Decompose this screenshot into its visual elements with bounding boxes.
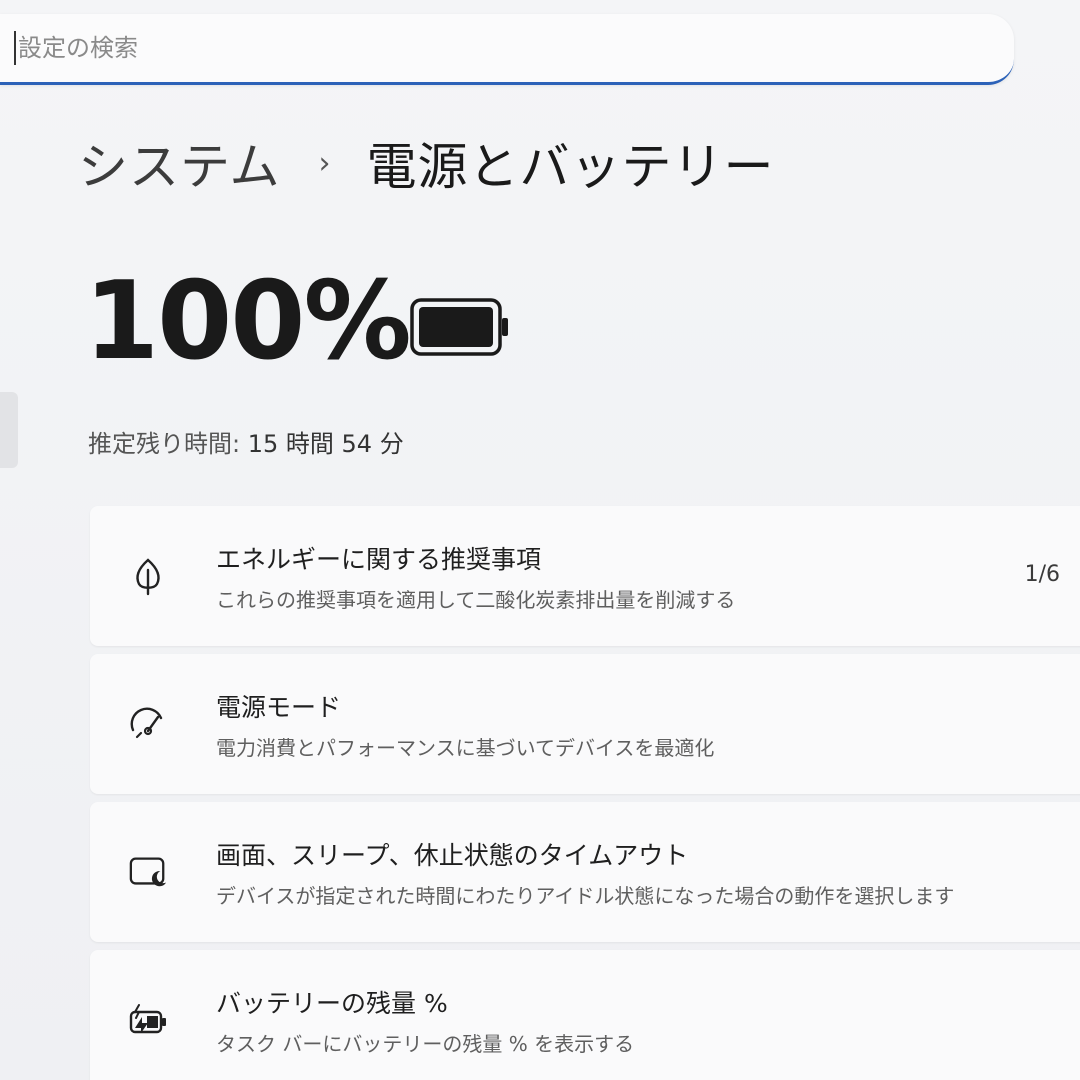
settings-cards: エネルギーに関する推奨事項 これらの推奨事項を適用して二酸化炭素排出量を削減する…	[90, 506, 1080, 1080]
battery-charging-icon	[128, 1000, 168, 1040]
card-subtitle: 電力消費とパフォーマンスに基づいてデバイスを最適化	[216, 735, 715, 760]
breadcrumb-separator-icon: ›	[318, 145, 331, 181]
search-input[interactable]	[18, 34, 618, 62]
card-title: 画面、スリープ、休止状態のタイムアウト	[216, 840, 689, 870]
left-edge-strip	[0, 392, 18, 468]
card-power-mode[interactable]: 電源モード 電力消費とパフォーマンスに基づいてデバイスを最適化	[90, 654, 1080, 794]
text-caret	[14, 31, 16, 65]
card-subtitle: タスク バーにバッテリーの残量 % を表示する	[216, 1031, 635, 1056]
card-title: エネルギーに関する推奨事項	[216, 544, 542, 574]
settings-page: システム › 電源とバッテリー 100% 推定残り時間: 15 時間 54 分 …	[0, 0, 1080, 1080]
page-title: 電源とバッテリー	[366, 138, 775, 196]
card-title: 電源モード	[216, 692, 342, 722]
card-energy-recommendations[interactable]: エネルギーに関する推奨事項 これらの推奨事項を適用して二酸化炭素排出量を削減する…	[90, 506, 1080, 646]
recommendations-count: 1/6	[1024, 562, 1060, 587]
breadcrumb: システム › 電源とバッテリー	[78, 128, 775, 198]
card-battery-percentage[interactable]: バッテリーの残量 % タスク バーにバッテリーの残量 % を表示する	[90, 950, 1080, 1080]
card-subtitle: デバイスが指定された時間にわたりアイドル状態になった場合の動作を選択します	[216, 883, 955, 908]
battery-level-icon	[410, 298, 508, 356]
search-bar[interactable]	[0, 14, 1014, 85]
battery-percent: 100%	[84, 259, 412, 384]
remaining-time: 推定残り時間: 15 時間 54 分	[88, 424, 404, 459]
breadcrumb-system[interactable]: システム	[78, 127, 281, 199]
remaining-time-value: 15 時間 54 分	[247, 430, 404, 458]
remaining-time-label: 推定残り時間:	[88, 430, 241, 458]
card-screen-sleep-timeout[interactable]: 画面、スリープ、休止状態のタイムアウト デバイスが指定された時間にわたりアイドル…	[90, 802, 1080, 942]
power-mode-icon	[128, 704, 168, 744]
battery-fill	[419, 307, 493, 347]
leaf-icon	[128, 556, 168, 596]
screen-sleep-icon	[128, 852, 168, 892]
card-title: バッテリーの残量 %	[216, 988, 448, 1018]
card-subtitle: これらの推奨事項を適用して二酸化炭素排出量を削減する	[216, 587, 736, 612]
